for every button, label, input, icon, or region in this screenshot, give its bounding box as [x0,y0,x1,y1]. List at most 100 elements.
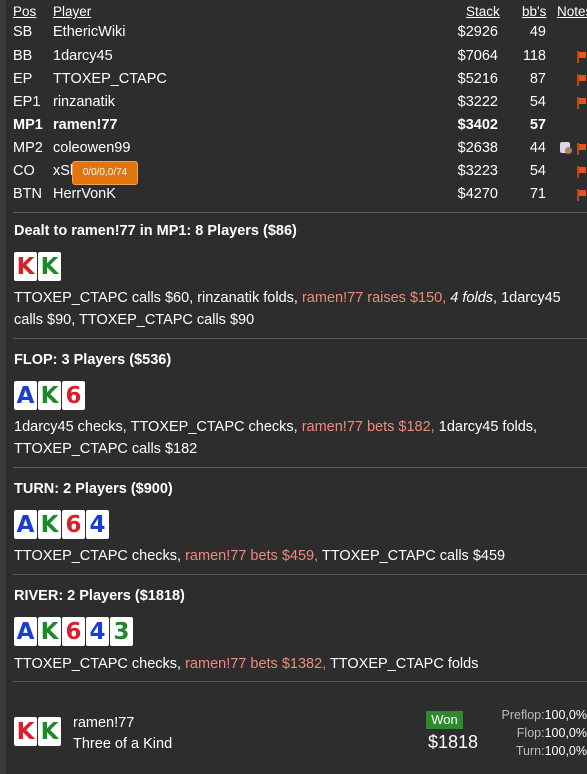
hole-cards: KK [14,252,62,282]
player-stack: $2638 [457,140,498,156]
player-bbs: 71 [529,186,546,202]
flop-actions: 1darcy45 checks, TTOXEP_CTAPC checks, ra… [14,416,587,460]
card: A [14,510,37,539]
hand-history-panel: Pos Player Stack bb's Notes SB EthericWi… [6,0,587,774]
player-pos: BB [13,48,33,64]
card: K [38,252,61,281]
card: K [38,510,61,539]
note-flag-icon[interactable] [576,74,587,86]
player-table-header: Pos Player Stack bb's Notes [6,4,587,22]
board-cards: AK64 [14,510,110,540]
equity-row: Turn:100,0% [516,744,587,758]
header-player[interactable]: Player [53,4,91,19]
result-hand: Three of a Kind [73,736,173,752]
won-amount: $1818 [428,732,479,752]
player-bbs: 54 [529,94,546,110]
player-name[interactable]: xSl [53,160,73,183]
card: K [38,717,61,746]
note-flag-icon[interactable] [576,97,587,109]
note-flag-icon[interactable] [576,166,587,178]
header-pos[interactable]: Pos [13,4,36,19]
card: K [38,381,61,410]
player-pos: MP2 [13,140,43,156]
action-text: TTOXEP_CTAPC calls $60, rinzanatik folds… [14,290,302,306]
player-bbs: 49 [529,24,546,40]
player-bbs: 54 [529,163,546,179]
card: 3 [110,617,133,646]
equity-value: 100,0% [544,708,587,722]
player-pos: BTN [13,186,42,202]
divider [13,212,587,213]
player-pos: CO [13,163,35,179]
player-name[interactable]: coleowen99 [53,137,130,160]
action-text: 1darcy45 checks, TTOXEP_CTAPC checks, [14,419,302,435]
hero-action: ramen!77 bets $1382, [185,656,330,672]
result-player: ramen!77 [73,715,135,731]
player-bbs: 57 [529,117,546,133]
header-stack[interactable]: Stack [466,4,500,19]
card: K [14,252,37,281]
equity-row: Flop:100,0% [517,726,587,740]
hero-action: ramen!77 bets $459, [185,548,322,564]
player-name[interactable]: TTOXEP_CTAPC [53,68,167,91]
board-cards: AK643 [14,617,134,647]
player-row[interactable]: SB EthericWiki $2926 49 [6,21,587,44]
player-bbs: 118 [522,48,546,64]
preflop-actions: TTOXEP_CTAPC calls $60, rinzanatik folds… [14,287,587,331]
card: K [38,617,61,646]
player-bbs: 44 [529,140,546,156]
turn-actions: TTOXEP_CTAPC checks, ramen!77 bets $459,… [14,545,587,567]
card: 4 [86,617,109,646]
equity-label: Preflop: [501,708,545,722]
header-bbs[interactable]: bb's [522,4,546,19]
player-stack: $7064 [457,48,498,64]
header-notes[interactable]: Notes [557,4,587,19]
player-pos: EP [13,71,33,87]
note-flag-icon[interactable] [576,143,587,155]
action-text: TTOXEP_CTAPC checks, [14,548,186,564]
player-pos: MP1 [13,117,43,133]
player-stack: $2926 [457,24,498,40]
player-stack: $4270 [457,186,498,202]
note-flag-icon[interactable] [576,189,587,201]
player-stack: $5216 [457,71,498,87]
note-flag-icon[interactable] [576,51,587,63]
player-stack: $3222 [457,94,498,110]
folds-summary: 4 folds [450,290,494,306]
player-row[interactable]: EP1 rinzanatik $3222 54 [6,91,587,114]
card: A [14,617,37,646]
river-title: RIVER: 2 Players ($1818) [14,588,185,604]
player-name[interactable]: rinzanatik [53,91,115,114]
player-name[interactable]: HerrVonK [53,183,116,206]
divider [13,338,587,339]
player-bbs: 87 [529,71,546,87]
player-row[interactable]: BTN HerrVonK $4270 71 [6,183,587,206]
card: 6 [62,510,85,539]
player-row[interactable]: MP2 coleowen99 $2638 44 [6,137,587,160]
player-note-icon[interactable] [559,141,573,155]
card: 6 [62,381,85,410]
preflop-title: Dealt to ramen!77 in MP1: 8 Players ($86… [14,223,297,239]
card: A [14,381,37,410]
equity-label: Turn: [515,744,545,758]
action-text: TTOXEP_CTAPC folds [329,656,479,672]
action-text: TTOXEP_CTAPC checks, [14,656,186,672]
action-text: TTOXEP_CTAPC calls $459 [321,548,506,564]
player-stack: $3402 [457,117,498,133]
player-name[interactable]: 1darcy45 [53,45,113,68]
player-stack: $3223 [457,163,498,179]
player-row[interactable]: BB 1darcy45 $7064 118 [6,45,587,68]
divider [13,467,587,468]
player-pos: SB [13,24,33,40]
player-row[interactable]: EP TTOXEP_CTAPC $5216 87 [6,68,587,91]
card: 4 [86,510,109,539]
equity-label: Flop: [516,726,545,740]
hero-action: ramen!77 bets $182, [301,419,439,435]
hero-action: ramen!77 raises $150, [301,290,451,306]
player-pos: EP1 [13,94,41,110]
flop-title: FLOP: 3 Players ($536) [14,352,172,368]
player-name[interactable]: ramen!77 [53,114,117,137]
player-name[interactable]: EthericWiki [53,21,126,44]
divider [13,681,587,682]
player-row-hero[interactable]: MP1 ramen!77 $3402 57 [6,114,587,137]
